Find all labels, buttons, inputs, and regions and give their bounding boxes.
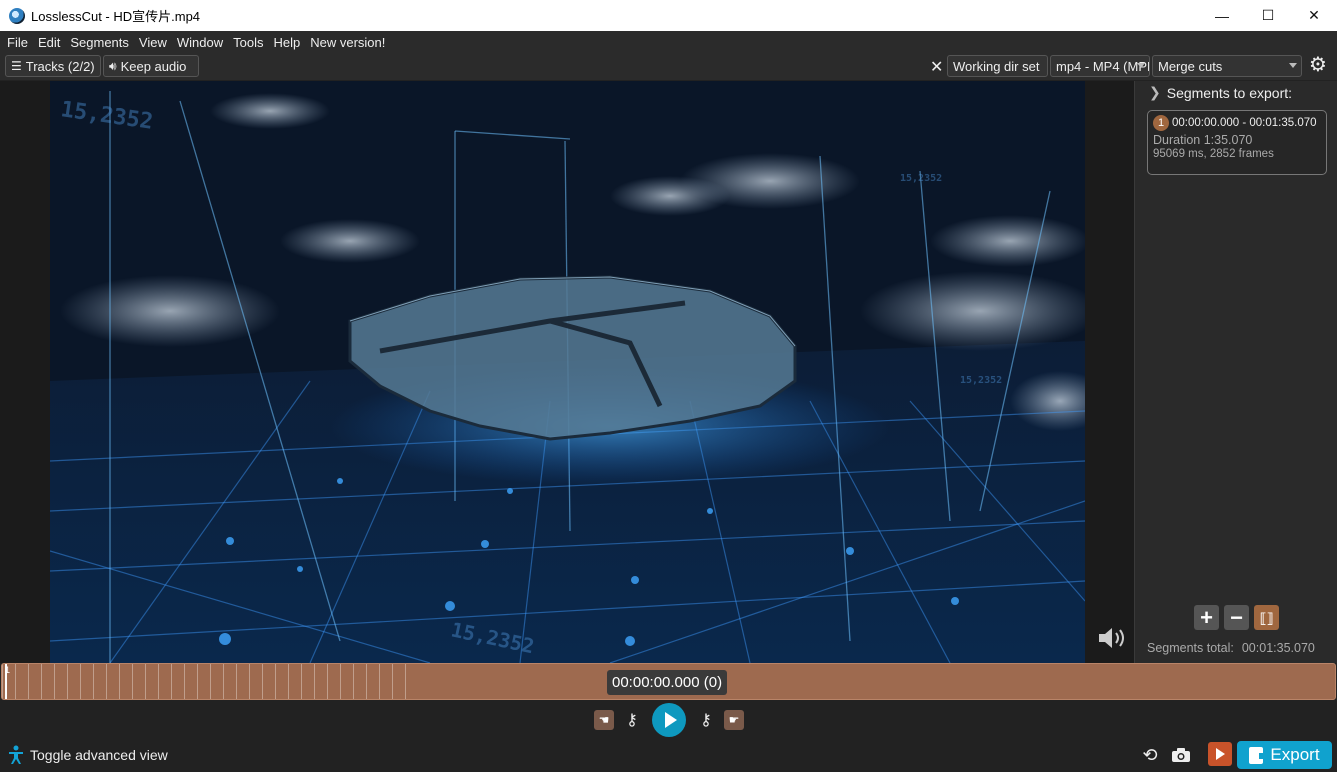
hand-icon: ☛ xyxy=(728,713,740,727)
segment-tools: + − ⟦⟧ xyxy=(1194,605,1279,630)
window-controls: — ☐ ✕ xyxy=(1199,0,1337,31)
working-dir-label: Working dir set xyxy=(953,58,1040,74)
segments-header-label: Segments to export: xyxy=(1166,84,1293,101)
segments-total-label: Segments total: xyxy=(1147,641,1234,655)
segment-number-badge: 1 xyxy=(1153,115,1169,131)
output-format-value: mp4 - MP4 (MPEG-4 Part 14) xyxy=(1056,58,1149,74)
camera-icon[interactable] xyxy=(1169,743,1193,767)
set-cut-end-button[interactable]: ☛ xyxy=(724,710,744,730)
playhead[interactable] xyxy=(5,664,7,699)
playback-controls: ☚ ⚷ ⚷ ☛ xyxy=(0,700,1337,740)
menu-file[interactable]: File xyxy=(7,35,28,50)
app-icon xyxy=(9,7,25,24)
timeline[interactable]: 1 00:00:00.000 (0) xyxy=(1,663,1336,700)
jump-prev-keyframe-button[interactable]: ⚷ xyxy=(620,709,644,731)
working-dir-button[interactable]: Working dir set xyxy=(947,55,1048,77)
window-title: LosslessCut - HD宣传片.mp4 xyxy=(31,9,201,24)
merge-mode-select[interactable]: Merge cuts xyxy=(1152,55,1302,77)
key-icon: ⚷ xyxy=(700,712,712,729)
rotate-icon[interactable]: ⟲ xyxy=(1138,743,1162,767)
output-format-select[interactable]: mp4 - MP4 (MPEG-4 Part 14) xyxy=(1050,55,1150,77)
menu-window[interactable]: Window xyxy=(177,35,223,50)
chevron-right-icon: ❯ xyxy=(1149,84,1161,100)
play-button[interactable] xyxy=(652,703,686,737)
maximize-button[interactable]: ☐ xyxy=(1245,0,1291,31)
close-window-button[interactable]: ✕ xyxy=(1291,0,1337,31)
menu-new-version[interactable]: New version! xyxy=(310,35,385,50)
add-segment-button[interactable]: + xyxy=(1194,605,1219,630)
keep-audio-button[interactable]: 🔊︎ Keep audio xyxy=(103,55,199,77)
timeline-ticks xyxy=(2,664,412,699)
jump-next-keyframe-button[interactable]: ⚷ xyxy=(694,709,718,731)
overlay-number-3: 15,2352 xyxy=(960,375,1002,386)
menu-help[interactable]: Help xyxy=(273,35,300,50)
menu-tools[interactable]: Tools xyxy=(233,35,263,50)
accessibility-icon[interactable] xyxy=(8,745,24,765)
toolbar: ☰ Tracks (2/2) 🔊︎ Keep audio ✕ Working d… xyxy=(0,53,1337,80)
current-time-display[interactable]: 00:00:00.000 (0) xyxy=(607,670,728,695)
segment-range-row: 1 00:00:00.000 - 00:01:35.070 xyxy=(1153,115,1321,131)
camera-glyph xyxy=(1172,748,1190,762)
menu-bar: File Edit Segments View Window Tools Hel… xyxy=(0,31,1337,53)
menu-segments[interactable]: Segments xyxy=(70,35,129,50)
key-icon: ⚷ xyxy=(626,712,638,729)
segment-card[interactable]: 1 00:00:00.000 - 00:01:35.070 Duration 1… xyxy=(1147,110,1327,175)
title-bar: LosslessCut - HD宣传片.mp4 — ☐ ✕ xyxy=(0,0,1337,31)
speaker-icon: 🔊︎ xyxy=(109,58,117,73)
tracks-button[interactable]: ☰ Tracks (2/2) xyxy=(5,55,101,77)
split-segment-button[interactable]: ⟦⟧ xyxy=(1254,605,1279,630)
segments-total: Segments total: 00:01:35.070 xyxy=(1147,641,1315,655)
hand-icon: ☚ xyxy=(598,713,610,727)
export-mode-button[interactable] xyxy=(1208,742,1232,766)
list-icon: ☰ xyxy=(11,59,22,73)
merge-mode-value: Merge cuts xyxy=(1158,58,1223,74)
bottom-bar: Toggle advanced view ⟲ Export xyxy=(0,740,1337,772)
video-player[interactable]: 15,2352 15,2352 15,2352 15,2352 xyxy=(50,81,1085,663)
segment-range: 00:00:00.000 - 00:01:35.070 xyxy=(1172,117,1317,129)
video-area: 15,2352 15,2352 15,2352 15,2352 xyxy=(0,81,1134,663)
segment-duration: Duration 1:35.070 xyxy=(1153,133,1253,147)
export-icon xyxy=(1249,746,1267,764)
minimize-button[interactable]: — xyxy=(1199,0,1245,31)
toggle-advanced-view[interactable]: Toggle advanced view xyxy=(30,747,168,763)
video-frame: 15,2352 15,2352 15,2352 15,2352 xyxy=(50,81,1085,663)
close-icon[interactable]: ✕ xyxy=(930,57,943,77)
export-button[interactable]: Export xyxy=(1237,741,1332,769)
overlay-number-2: 15,2352 xyxy=(900,173,942,184)
tracks-label: Tracks (2/2) xyxy=(25,58,95,74)
remove-segment-button[interactable]: − xyxy=(1224,605,1249,630)
segment-detail: 95069 ms, 2852 frames xyxy=(1153,148,1274,160)
split-icon: ⟦⟧ xyxy=(1259,609,1274,626)
chevron-down-icon xyxy=(1137,63,1145,68)
segments-panel: ❯ Segments to export: 1 00:00:00.000 - 0… xyxy=(1134,81,1337,663)
segments-total-value: 00:01:35.070 xyxy=(1241,641,1315,655)
gear-icon[interactable]: ⚙ xyxy=(1307,54,1329,76)
segments-header[interactable]: ❯ Segments to export: xyxy=(1149,84,1292,101)
set-cut-start-button[interactable]: ☚ xyxy=(594,710,614,730)
menu-view[interactable]: View xyxy=(139,35,167,50)
keep-audio-label: Keep audio xyxy=(120,58,187,74)
export-label: Export xyxy=(1270,745,1320,764)
volume-icon[interactable] xyxy=(1097,625,1129,651)
menu-edit[interactable]: Edit xyxy=(38,35,60,50)
chevron-down-icon xyxy=(1289,63,1297,68)
